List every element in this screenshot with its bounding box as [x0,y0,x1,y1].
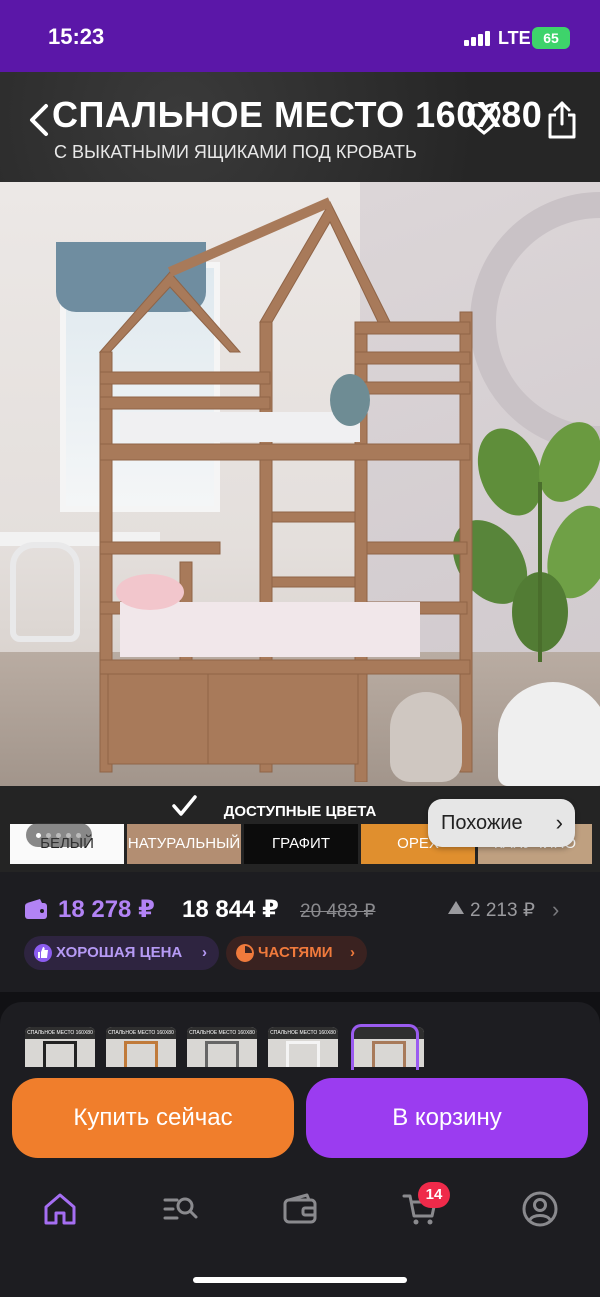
good-price-label: ХОРОШАЯ ЦЕНА [56,944,183,961]
price-card: 18 278 ₽ 18 844 ₽ 20 483 ₽ 2 213 ₽ › ХОР… [0,872,600,992]
chevron-right-icon: › [350,944,355,961]
thumbs-up-icon [34,944,52,962]
network-label: LTE [498,28,531,48]
thumbnail-bed [124,1041,158,1067]
price-delta[interactable]: 2 213 ₽ [470,899,535,922]
thumbnail-caption: СПАЛЬНОЕ МЕСТО 160X80 [268,1027,338,1039]
add-to-cart-button[interactable]: В корзину [306,1078,588,1158]
wallet-icon[interactable] [281,1190,319,1228]
product-banner: СПАЛЬНОЕ МЕСТО 160X80 С ВЫКАТНЫМИ ЯЩИКАМ… [0,72,600,182]
thumbnail-bed [286,1041,320,1067]
thumbnail-caption: СПАЛЬНОЕ МЕСТО 160X80 [106,1027,176,1039]
chevron-right-icon: › [202,944,207,961]
similar-label: Похожие [441,812,523,834]
similar-button[interactable]: Похожие › [428,799,575,847]
thumbnail-caption: СПАЛЬНОЕ МЕСТО 160X80 [187,1027,257,1039]
status-bar: 15:23 LTE 65 [0,0,600,72]
variant-thumbnail[interactable]: СПАЛЬНОЕ МЕСТО 160X80 [106,1027,176,1067]
buy-now-button[interactable]: Купить сейчас [12,1078,294,1158]
old-price: 20 483 ₽ [300,901,376,922]
back-icon[interactable] [24,100,52,140]
installments-label: ЧАСТЯМИ [258,944,333,961]
card-wallet-icon [25,899,47,919]
battery-icon: 65 [532,27,570,49]
status-time: 15:23 [48,24,105,49]
good-price-badge[interactable]: ХОРОШАЯ ЦЕНА › [24,936,219,970]
banner-subtitle: С ВЫКАТНЫМИ ЯЩИКАМИ ПОД КРОВАТЬ [54,142,417,162]
color-option-natural[interactable]: НАТУРАЛЬНЫЙ [127,824,241,864]
pie-chart-icon [236,944,254,962]
chevron-right-icon[interactable]: › [552,897,559,923]
thumbnail-bed [205,1041,239,1067]
cart-count-badge: 14 [418,1182,450,1208]
installments-badge[interactable]: ЧАСТЯМИ › [226,936,367,970]
variant-thumbnail[interactable]: СПАЛЬНОЕ МЕСТО 160X80 [187,1027,257,1067]
photo-toy-elephant [390,692,462,782]
card-price: 18 278 ₽ [58,896,155,923]
product-photo[interactable] [0,182,600,786]
triangle-up-icon [448,901,464,914]
gallery-page-dots [26,823,92,847]
variant-thumbnail[interactable]: СПАЛЬНОЕ МЕСТО 160X80 [268,1027,338,1067]
check-icon [172,795,197,816]
price: 18 844 ₽ [182,896,279,923]
home-indicator [193,1277,407,1283]
photo-pot [498,682,600,786]
color-option-graphite[interactable]: ГРАФИТ [244,824,358,864]
thumbnail-bed [43,1041,77,1067]
thumbnail-caption: СПАЛЬНОЕ МЕСТО 160X80 [25,1027,95,1039]
profile-icon[interactable] [521,1190,559,1228]
catalog-search-icon[interactable] [161,1190,199,1228]
thumbnail-selection-ring [351,1024,419,1070]
heart-icon[interactable] [466,102,502,138]
variant-thumbnail[interactable]: СПАЛЬНОЕ МЕСТО 160X80 [25,1027,95,1067]
signal-icon [464,30,490,46]
photo-chair [10,542,80,642]
chevron-right-icon: › [555,810,563,835]
home-icon[interactable] [41,1190,79,1228]
battery-level: 65 [543,30,559,46]
share-icon[interactable] [544,100,580,140]
